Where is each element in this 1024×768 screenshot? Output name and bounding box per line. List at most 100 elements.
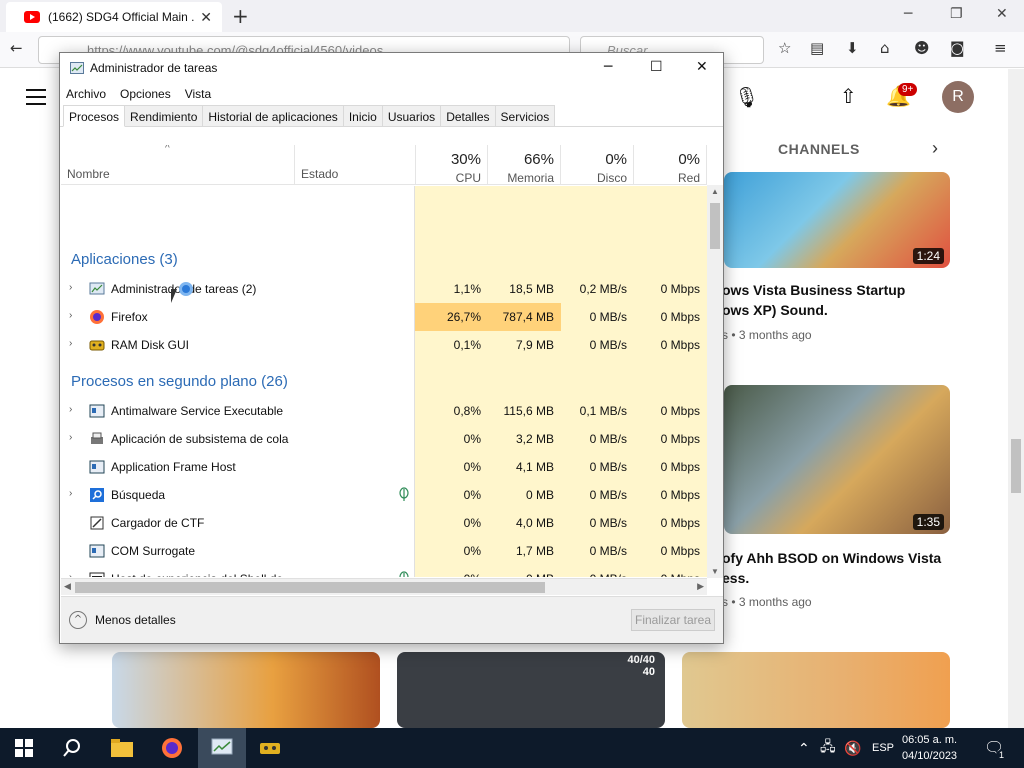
tab-servicios[interactable]: Servicios [494, 105, 556, 126]
video-duration: 1:35 [912, 514, 944, 530]
close-icon[interactable]: ✕ [696, 59, 708, 75]
tab-rendimiento[interactable]: Rendimiento [124, 105, 204, 126]
col-red[interactable]: 0% Red [634, 145, 707, 185]
hamburger-icon[interactable] [26, 89, 46, 110]
upload-icon[interactable]: ⇧ [840, 84, 857, 109]
tab-usuarios[interactable]: Usuarios [381, 105, 442, 126]
scroll-up-icon[interactable]: ▲ [711, 187, 719, 196]
table-row[interactable]: › Administrador de tareas (2) 1,1% 18,5 … [61, 275, 707, 303]
scroll-right-icon[interactable]: ▶ [697, 581, 704, 592]
pocket-icon[interactable]: ◙ [950, 39, 965, 57]
group-apps[interactable]: Aplicaciones (3) [71, 251, 178, 268]
taskbar-explorer[interactable] [98, 728, 146, 768]
page-scrollbar[interactable] [1008, 69, 1024, 728]
table-row[interactable]: › Firefox 26,7% 787,4 MB 0 MB/s 0 Mbps [61, 303, 707, 331]
cpu-value: 0,8% [453, 404, 481, 418]
network-icon[interactable]: 🖧 [820, 728, 836, 768]
expand-chevron-icon[interactable]: › [69, 488, 72, 499]
chevron-right-icon[interactable]: › [932, 138, 938, 159]
home-icon[interactable]: ⌂ [880, 39, 890, 57]
taskbar-ramdisk[interactable] [246, 728, 294, 768]
maximize-icon[interactable]: ☐ [650, 59, 663, 75]
taskbar-taskmgr[interactable] [198, 728, 246, 768]
video-thumbnail[interactable] [112, 652, 380, 728]
video-thumbnail[interactable]: 40/40 40 [397, 652, 665, 728]
scroll-down-icon[interactable]: ▼ [711, 567, 719, 576]
minimize-icon[interactable]: ─ [904, 6, 912, 22]
action-center-icon[interactable]: 🗨 [984, 728, 1004, 768]
fewer-details-button[interactable]: ^ Menos detalles [69, 611, 176, 629]
download-icon[interactable]: ⬇ [846, 39, 859, 57]
bookmark-star-icon[interactable]: ☆ [778, 39, 791, 57]
col-cpu[interactable]: 30% CPU [415, 145, 488, 185]
clock-date: 04/10/2023 [902, 750, 958, 762]
menu-opciones[interactable]: Opciones [120, 87, 171, 101]
table-row[interactable]: › Búsqueda 0% 0 MB 0 MB/s 0 Mbps [61, 481, 707, 509]
mem-value: 4,1 MB [515, 460, 554, 474]
expand-chevron-icon[interactable]: › [69, 282, 72, 293]
tab-detalles[interactable]: Detalles [440, 105, 496, 126]
video-thumbnail[interactable]: 1:35 [724, 385, 950, 534]
restore-icon[interactable]: ❐ [950, 6, 963, 22]
expand-chevron-icon[interactable]: › [69, 404, 72, 415]
table-row[interactable]: › Aplicación de subsistema de cola 0% 3,2 M… [61, 425, 707, 453]
expand-chevron-icon[interactable]: › [69, 572, 72, 577]
col-memoria[interactable]: 66% Memoria [488, 145, 561, 185]
volume-muted-icon[interactable]: 🔇 [844, 728, 861, 768]
window-titlebar[interactable]: Administrador de tareas ─ ☐ ✕ [60, 53, 723, 83]
col-disco[interactable]: 0% Disco [561, 145, 634, 185]
tab-historial[interactable]: Historial de aplicaciones [202, 105, 344, 126]
mic-icon[interactable]: 🎙 [734, 85, 759, 110]
expand-chevron-icon[interactable]: › [69, 432, 72, 443]
menu-vista[interactable]: Vista [185, 87, 211, 101]
chevron-up-icon[interactable]: ⌃ [798, 728, 810, 768]
menu-archivo[interactable]: Archivo [66, 87, 106, 101]
scroll-thumb[interactable] [75, 582, 545, 593]
tab-procesos[interactable]: Procesos [63, 105, 126, 127]
table-row[interactable]: › Antimalware Service Executable 0,8% 115,6… [61, 397, 707, 425]
back-arrow-icon[interactable]: ← [10, 39, 23, 57]
taskbar: ⌃ 🖧 🔇 ESP 06:05 a. m. 04/10/2023 🗨 1 [0, 728, 1024, 768]
menu-hamburger-icon[interactable]: ≡ [994, 39, 1007, 57]
scroll-left-icon[interactable]: ◀ [64, 581, 71, 592]
vertical-scrollbar[interactable]: ▲ ▼ [707, 185, 723, 578]
process-name: Firefox [111, 310, 148, 324]
browser-tab[interactable]: (1662) SDG4 Official Main ... ✕ [6, 2, 222, 32]
table-row[interactable]: Application Frame Host 0% 4,1 MB 0 MB/s 0 Mb… [61, 453, 707, 481]
app-window-icon [89, 459, 105, 475]
expand-chevron-icon[interactable]: › [69, 310, 72, 321]
group-background[interactable]: Procesos en segundo plano (26) [71, 373, 288, 390]
new-tab-button[interactable]: + [232, 4, 249, 28]
chat-icon[interactable]: ☻ [914, 39, 930, 57]
table-row[interactable]: COM Surrogate 0% 1,7 MB 0 MB/s 0 Mbps [61, 537, 707, 565]
table-row[interactable]: › RAM Disk GUI 0,1% 7,9 MB 0 MB/s 0 Mbps [61, 331, 707, 359]
tab-inicio[interactable]: Inicio [342, 105, 383, 126]
video-title[interactable]: ows Vista Business Startup ows XP) Sound. [722, 280, 905, 320]
cpu-value: 0% [463, 544, 481, 558]
close-tab-icon[interactable]: ✕ [200, 9, 212, 26]
video-title[interactable]: ofy Ahh BSOD on Windows Vista ess. [722, 548, 941, 588]
tab-channels[interactable]: CHANNELS [778, 141, 860, 157]
table-row[interactable]: › Host de experiencia del Shell de... 0% 0 … [61, 565, 707, 577]
horizontal-scrollbar[interactable]: ◀ ▶ [61, 578, 707, 595]
search-button[interactable] [48, 728, 96, 768]
start-button[interactable] [0, 728, 48, 768]
reader-list-icon[interactable]: ▤ [810, 39, 824, 57]
col-nombre[interactable]: Nombre [67, 167, 110, 181]
net-value: 0 Mbps [660, 338, 700, 352]
col-estado[interactable]: Estado [301, 167, 338, 181]
scroll-thumb[interactable] [710, 203, 720, 249]
close-window-icon[interactable]: ✕ [996, 6, 1008, 22]
end-task-button[interactable]: Finalizar tarea [631, 609, 715, 631]
language-indicator[interactable]: ESP [872, 728, 894, 768]
avatar[interactable]: R [942, 81, 974, 113]
shell-icon [89, 571, 105, 577]
cpu-value: 0,1% [453, 338, 481, 352]
video-thumbnail[interactable]: 1:24 [724, 172, 950, 268]
expand-chevron-icon[interactable]: › [69, 338, 72, 349]
taskbar-firefox[interactable] [148, 728, 196, 768]
table-row[interactable]: Cargador de CTF 0% 4,0 MB 0 MB/s 0 Mbps [61, 509, 707, 537]
minimize-icon[interactable]: ─ [604, 59, 612, 75]
video-thumbnail[interactable] [682, 652, 950, 728]
clock[interactable]: 06:05 a. m. 04/10/2023 [902, 732, 957, 764]
